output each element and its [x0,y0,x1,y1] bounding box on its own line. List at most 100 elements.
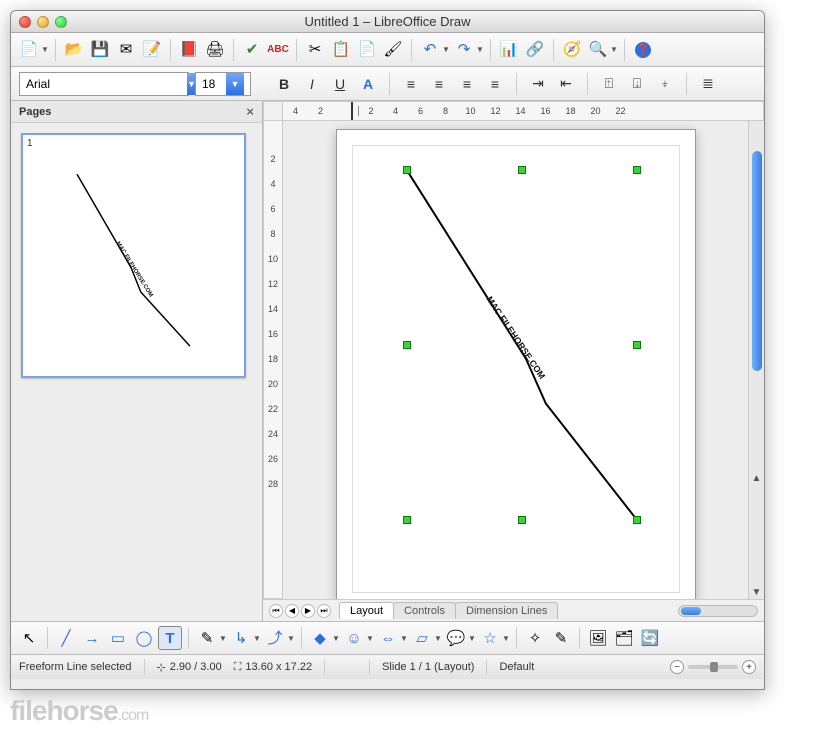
lines-arrows-tool[interactable]: ⤴ [263,626,287,650]
cut-button[interactable]: ✂ [303,38,327,62]
dropdown-icon[interactable]: ▼ [610,45,618,54]
page-viewport[interactable]: MAC.FILEHORSE.COM [283,121,748,599]
arrow-tool[interactable]: → [80,626,104,650]
gallery-button[interactable]: 🗂 [612,626,636,650]
close-window-button[interactable] [19,16,31,28]
spellcheck-button[interactable]: ✔ [240,38,264,62]
dropdown-icon[interactable]: ▼ [434,634,442,643]
undo-button[interactable]: ↶ [418,38,442,62]
align-bottom-button[interactable]: ⍖ [654,73,676,95]
text-tool[interactable]: T [158,626,182,650]
page-thumbnail[interactable]: 1 MAC.FILEHORSE.COM [21,133,246,378]
selection-handle[interactable] [633,516,641,524]
edit-file-button[interactable]: 📝 [140,38,164,62]
line-tool[interactable]: ╱ [54,626,78,650]
zoom-in-button[interactable]: + [742,660,756,674]
pages-thumbnail-area[interactable]: 1 MAC.FILEHORSE.COM [11,123,262,621]
stars-tool[interactable]: ☆ [478,626,502,650]
close-panel-button[interactable]: × [246,104,254,119]
tab-controls[interactable]: Controls [393,602,456,619]
selection-handle[interactable] [403,516,411,524]
format-paintbrush-button[interactable]: 🖌 [381,38,405,62]
dropdown-icon[interactable]: ▼ [41,45,49,54]
open-button[interactable]: 📂 [62,38,86,62]
export-pdf-button[interactable]: 📕 [177,38,201,62]
symbol-shapes-tool[interactable]: ☺ [342,626,366,650]
callouts-tool[interactable]: 💬 [444,626,468,650]
ellipse-tool[interactable]: ◯ [132,626,156,650]
align-justify-button[interactable]: ≡ [484,73,506,95]
chart-button[interactable]: 📊 [497,38,521,62]
selection-handle[interactable] [403,166,411,174]
copy-button[interactable]: 📋 [329,38,353,62]
drawing-page[interactable]: MAC.FILEHORSE.COM [336,129,696,599]
dropdown-icon[interactable]: ▼ [502,634,510,643]
flowchart-tool[interactable]: ▱ [410,626,434,650]
last-tab-button[interactable]: ⏭ [317,604,331,618]
dropdown-icon[interactable]: ▼ [366,634,374,643]
increase-indent-button[interactable]: ⇥ [527,73,549,95]
minimize-window-button[interactable] [37,16,49,28]
paste-button[interactable]: 📄 [355,38,379,62]
selection-handle[interactable] [633,341,641,349]
dropdown-icon[interactable]: ▼ [219,634,227,643]
connector-tool[interactable]: ↳ [229,626,253,650]
zoom-slider[interactable] [688,665,738,669]
zoom-window-button[interactable] [55,16,67,28]
selection-handle[interactable] [518,516,526,524]
bullets-button[interactable]: ≣ [697,73,719,95]
titlebar[interactable]: Untitled 1 – LibreOffice Draw [11,11,764,33]
font-size-combo[interactable]: ▼ [195,72,251,96]
email-button[interactable]: ✉ [114,38,138,62]
vertical-scrollbar[interactable]: ▲ ▼ [748,121,764,599]
prev-tab-button[interactable]: ◀ [285,604,299,618]
underline-button[interactable]: U [329,73,351,95]
dropdown-icon[interactable]: ▼ [468,634,476,643]
from-file-button[interactable]: 🖼 [586,626,610,650]
print-button[interactable]: 🖨 [203,38,227,62]
bold-button[interactable]: B [273,73,295,95]
scrollbar-thumb[interactable] [681,607,701,615]
auto-spellcheck-button[interactable]: ABC [266,38,290,62]
block-arrows-tool[interactable]: ⇔ [376,626,400,650]
status-slide[interactable]: Slide 1 / 1 (Layout) [382,661,474,673]
help-button[interactable]: ❓ [631,38,655,62]
curve-tool[interactable]: ✎ [195,626,219,650]
select-tool[interactable]: ↖ [17,626,41,650]
zoom-button[interactable]: 🔍 [586,38,610,62]
redo-button[interactable]: ↷ [452,38,476,62]
gluepoints-button[interactable]: ✎ [549,626,573,650]
dropdown-icon[interactable]: ▼ [332,634,340,643]
hyperlink-button[interactable]: 🔗 [523,38,547,62]
vertical-ruler[interactable]: 2 4 6 8 10 12 14 16 18 20 22 24 26 28 [263,121,283,599]
align-middle-button[interactable]: ⍗ [626,73,648,95]
first-tab-button[interactable]: ⏮ [269,604,283,618]
zoom-out-button[interactable]: − [670,660,684,674]
font-name-combo[interactable]: ▼ [19,72,189,96]
dropdown-icon[interactable]: ▼ [476,45,484,54]
align-top-button[interactable]: ⍐ [598,73,620,95]
selection-handle[interactable] [633,166,641,174]
new-button[interactable]: 📄 [17,38,41,62]
next-tab-button[interactable]: ▶ [301,604,315,618]
decrease-indent-button[interactable]: ⇤ [555,73,577,95]
zoom-slider-thumb[interactable] [710,662,718,672]
tab-layout[interactable]: Layout [339,602,394,619]
tab-dimension-lines[interactable]: Dimension Lines [455,602,558,619]
selection-handle[interactable] [403,341,411,349]
dropdown-icon[interactable]: ▼ [442,45,450,54]
fontwork-button[interactable]: A [357,73,379,95]
effects-button[interactable]: 🔄 [638,626,662,650]
align-center-button[interactable]: ≡ [428,73,450,95]
align-right-button[interactable]: ≡ [456,73,478,95]
rectangle-tool[interactable]: ▭ [106,626,130,650]
horizontal-ruler[interactable]: 4 2 2 4 6 8 10 12 14 16 18 20 22 [283,101,764,121]
font-size-input[interactable] [196,73,226,95]
edit-points-button[interactable]: ✧ [523,626,547,650]
dropdown-icon[interactable]: ▼ [253,634,261,643]
drawing-canvas[interactable]: MAC.FILEHORSE.COM [337,130,695,599]
selection-handle[interactable] [518,166,526,174]
scroll-down-icon[interactable]: ▼ [752,585,762,599]
save-button[interactable]: 💾 [88,38,112,62]
dropdown-icon[interactable]: ▼ [287,634,295,643]
